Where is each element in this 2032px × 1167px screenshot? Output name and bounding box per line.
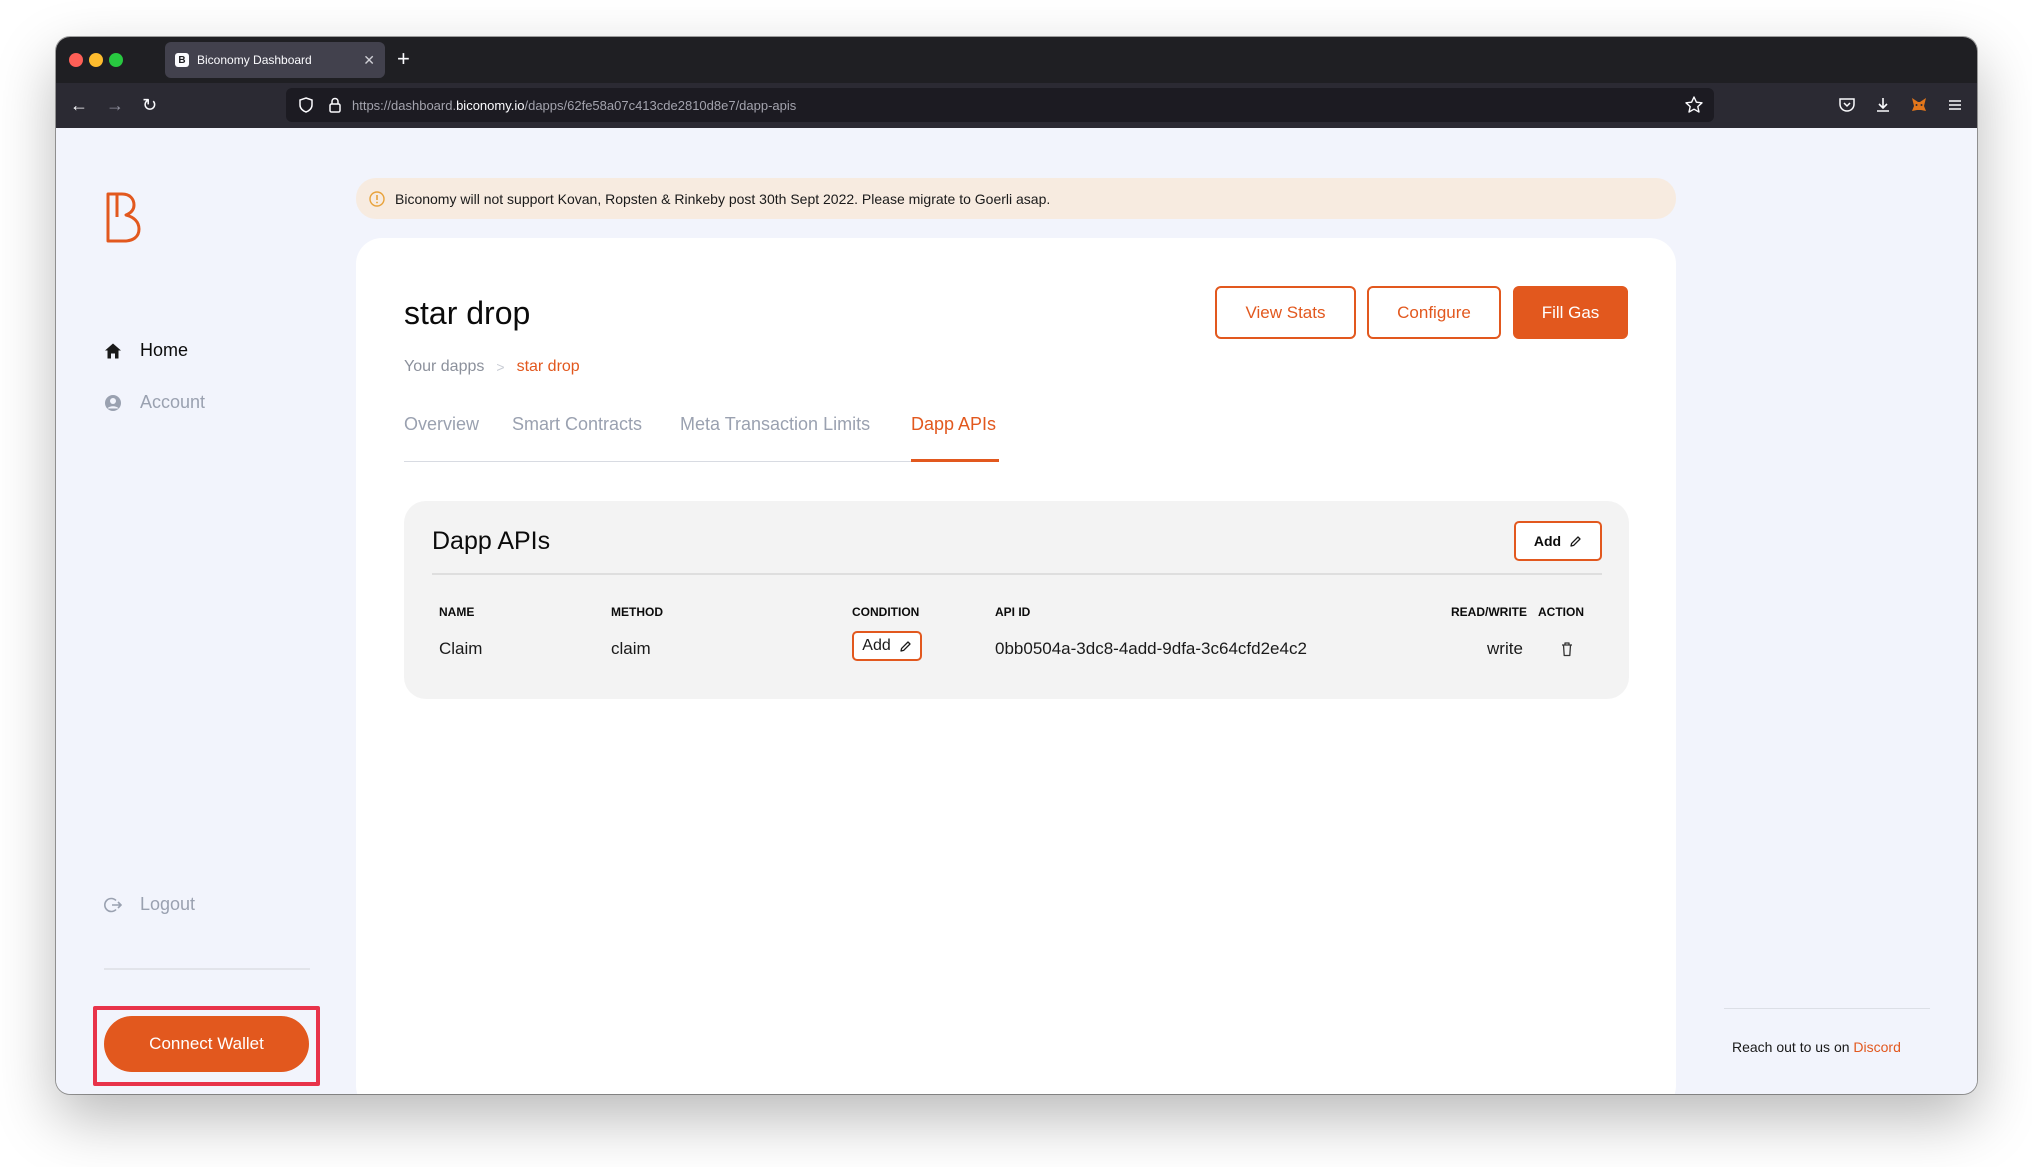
url-prefix: https://dashboard. <box>352 97 457 113</box>
row-read-write: write <box>1487 639 1523 658</box>
new-tab-button[interactable]: + <box>397 47 410 71</box>
close-tab-icon[interactable]: ✕ <box>363 52 375 69</box>
breadcrumb-separator-icon: > <box>496 359 505 375</box>
logout-icon <box>104 897 122 912</box>
app-area: Home Account Logout Connect Wallet Bicon… <box>56 128 1977 1094</box>
pencil-icon <box>1570 535 1581 547</box>
bookmark-star-icon[interactable] <box>1684 95 1704 115</box>
column-header-name: NAME <box>439 605 475 619</box>
browser-tabbar: B Biconomy Dashboard ✕ + <box>56 37 1977 83</box>
row-method: claim <box>611 639 651 658</box>
forward-arrow-icon[interactable]: → <box>106 93 124 117</box>
row-name: Claim <box>439 639 483 658</box>
pocket-icon[interactable] <box>1837 95 1857 115</box>
panel-title: Dapp APIs <box>432 527 551 555</box>
tabs-baseline <box>404 461 974 462</box>
add-api-label: Add <box>1533 533 1562 549</box>
dapp-card: star drop Your dapps > star drop View St… <box>356 238 1676 1094</box>
sidebar-item-label: Home <box>140 340 189 360</box>
add-condition-label: Add <box>862 637 891 654</box>
help-text-label: Reach out to us on <box>1732 1039 1854 1055</box>
help-text: Reach out to us on Discord <box>1732 1039 1901 1055</box>
maximize-window-button[interactable] <box>109 53 123 67</box>
account-icon <box>105 394 121 411</box>
fill-gas-button[interactable]: Fill Gas <box>1513 286 1628 339</box>
logout-label: Logout <box>140 894 196 914</box>
browser-window: B Biconomy Dashboard ✕ + ← → ↻ https://d… <box>56 37 1977 1094</box>
view-stats-button[interactable]: View Stats <box>1215 286 1356 339</box>
panel-divider <box>432 573 1602 575</box>
minimize-window-button[interactable] <box>89 53 103 67</box>
browser-navbar: ← → ↻ https://dashboard.biconomy.io/dapp… <box>56 83 1977 128</box>
page-title: star drop <box>404 295 531 331</box>
url-text[interactable]: https://dashboard.biconomy.io/dapps/62fe… <box>352 98 796 113</box>
home-icon <box>105 343 121 358</box>
biconomy-favicon-icon: B <box>175 53 189 67</box>
url-domain: biconomy.io <box>456 97 525 113</box>
banner-text: Biconomy will not support Kovan, Ropsten… <box>395 190 1051 207</box>
tab-dapp-apis[interactable]: Dapp APIs <box>911 414 996 435</box>
tab-meta-transaction-limits[interactable]: Meta Transaction Limits <box>680 414 870 435</box>
breadcrumb-root-link[interactable]: Your dapps <box>404 358 484 376</box>
back-arrow-icon[interactable]: ← <box>70 93 88 117</box>
pencil-icon <box>900 640 911 652</box>
sidebar-item-label: Account <box>140 392 206 412</box>
dapp-tabs: Overview Smart Contracts Meta Transactio… <box>404 414 1629 462</box>
column-header-method: METHOD <box>611 605 663 619</box>
column-header-api-id: API ID <box>995 605 1031 619</box>
url-path: /dapps/62fe58a07c413cde2810d8e7/dapp-api… <box>524 97 797 113</box>
hamburger-menu-icon[interactable] <box>1945 95 1965 115</box>
metamask-extension-icon[interactable] <box>1909 95 1929 115</box>
trash-icon[interactable] <box>1560 641 1574 657</box>
connect-wallet-button[interactable]: Connect Wallet <box>104 1016 309 1072</box>
lock-icon[interactable] <box>328 97 342 113</box>
breadcrumb: Your dapps > star drop <box>404 358 580 376</box>
column-header-condition: CONDITION <box>852 605 920 619</box>
column-header-read-write: READ/WRITE <box>1451 605 1527 619</box>
sidebar-item-logout[interactable]: Logout <box>104 894 195 915</box>
breadcrumb-current: star drop <box>516 358 580 375</box>
active-tab-indicator <box>911 459 999 462</box>
shield-icon[interactable] <box>298 97 314 113</box>
tab-smart-contracts[interactable]: Smart Contracts <box>512 414 642 435</box>
sidebar-item-home[interactable]: Home <box>104 340 188 361</box>
add-api-button[interactable]: Add <box>1514 521 1602 561</box>
configure-button[interactable]: Configure <box>1367 286 1501 339</box>
sidebar-divider <box>104 968 310 970</box>
add-condition-button[interactable]: Add <box>852 631 922 661</box>
deprecation-banner: Biconomy will not support Kovan, Ropsten… <box>356 178 1676 219</box>
dapp-apis-panel: Dapp APIs Add NAME METHOD CONDITION API … <box>404 501 1629 699</box>
column-header-action: ACTION <box>1538 605 1584 619</box>
url-bar[interactable]: https://dashboard.biconomy.io/dapps/62fe… <box>286 88 1714 122</box>
browser-tab[interactable]: B Biconomy Dashboard ✕ <box>165 42 385 78</box>
warning-icon <box>369 190 385 207</box>
help-divider <box>1724 1008 1930 1009</box>
close-window-button[interactable] <box>69 53 83 67</box>
biconomy-logo-icon[interactable] <box>104 191 144 243</box>
tab-title: Biconomy Dashboard <box>197 53 312 67</box>
row-api-id: 0bb0504a-3dc8-4add-9dfa-3c64cfd2e4c2 <box>995 639 1307 658</box>
sidebar-item-account[interactable]: Account <box>104 392 205 413</box>
download-icon[interactable] <box>1873 95 1893 115</box>
sidebar: Home Account Logout Connect Wallet <box>56 128 346 1094</box>
tab-overview[interactable]: Overview <box>404 414 479 435</box>
reload-icon[interactable]: ↻ <box>142 93 157 117</box>
discord-link[interactable]: Discord <box>1853 1039 1900 1055</box>
